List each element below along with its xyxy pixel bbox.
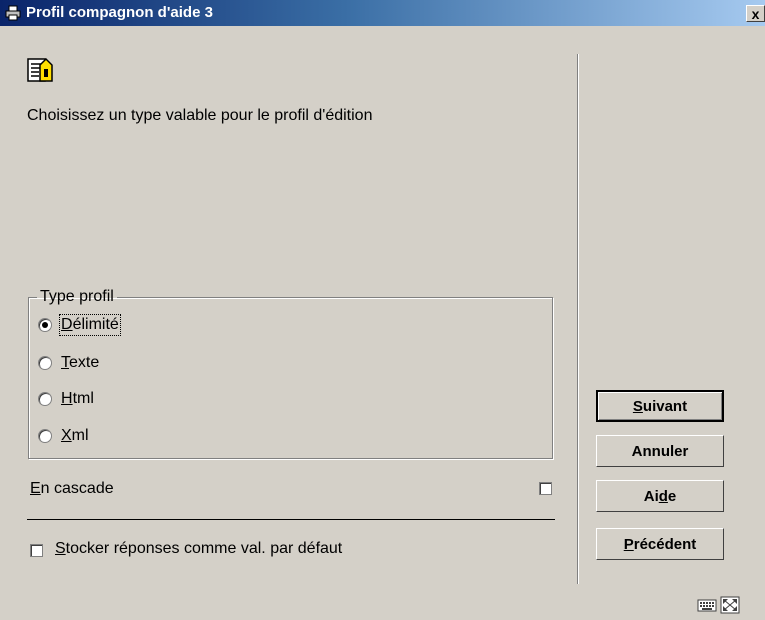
keyboard-icon[interactable] [697, 596, 717, 614]
help-button[interactable]: Ai d e [596, 480, 724, 512]
radio-xml[interactable]: Xml [38, 427, 89, 445]
profile-type-group: Type profil [28, 288, 553, 459]
instruction-text: Choisissez un type valable pour le profi… [27, 107, 373, 124]
previous-button[interactable]: Précédent [596, 528, 724, 560]
radio-label-text: Texte [61, 354, 100, 371]
edit-profile-icon [27, 57, 53, 82]
radio-button-selected[interactable] [38, 318, 52, 332]
cascade-label: En cascade [30, 480, 114, 497]
close-button[interactable]: x [746, 5, 765, 22]
radio-label-xml: Xml [61, 427, 89, 444]
radio-button[interactable] [38, 429, 52, 443]
radio-button[interactable] [38, 392, 52, 406]
cascade-checkbox[interactable] [539, 482, 552, 495]
separator-line [27, 519, 555, 520]
next-button[interactable]: Suivant [596, 390, 724, 422]
window-title: Profil compagnon d'aide 3 [26, 4, 213, 21]
store-defaults-label: Stocker réponses comme val. par défaut [55, 540, 343, 557]
radio-label-html: Html [61, 390, 94, 407]
radio-text[interactable]: Texte [38, 354, 99, 372]
store-defaults-checkbox[interactable] [30, 544, 43, 557]
group-legend: Type profil [40, 288, 114, 305]
radio-button[interactable] [38, 356, 52, 370]
radio-label-delimited: Délimité [59, 314, 121, 336]
radio-delimited[interactable]: Délimité [38, 314, 121, 336]
radio-html[interactable]: Html [38, 390, 94, 408]
vertical-divider [577, 54, 579, 584]
cancel-button[interactable]: Annuler [596, 435, 724, 467]
resize-icon[interactable] [720, 596, 740, 614]
printer-icon [5, 5, 21, 21]
status-icons [697, 596, 740, 614]
title-bar: Profil compagnon d'aide 3 x [0, 0, 765, 26]
